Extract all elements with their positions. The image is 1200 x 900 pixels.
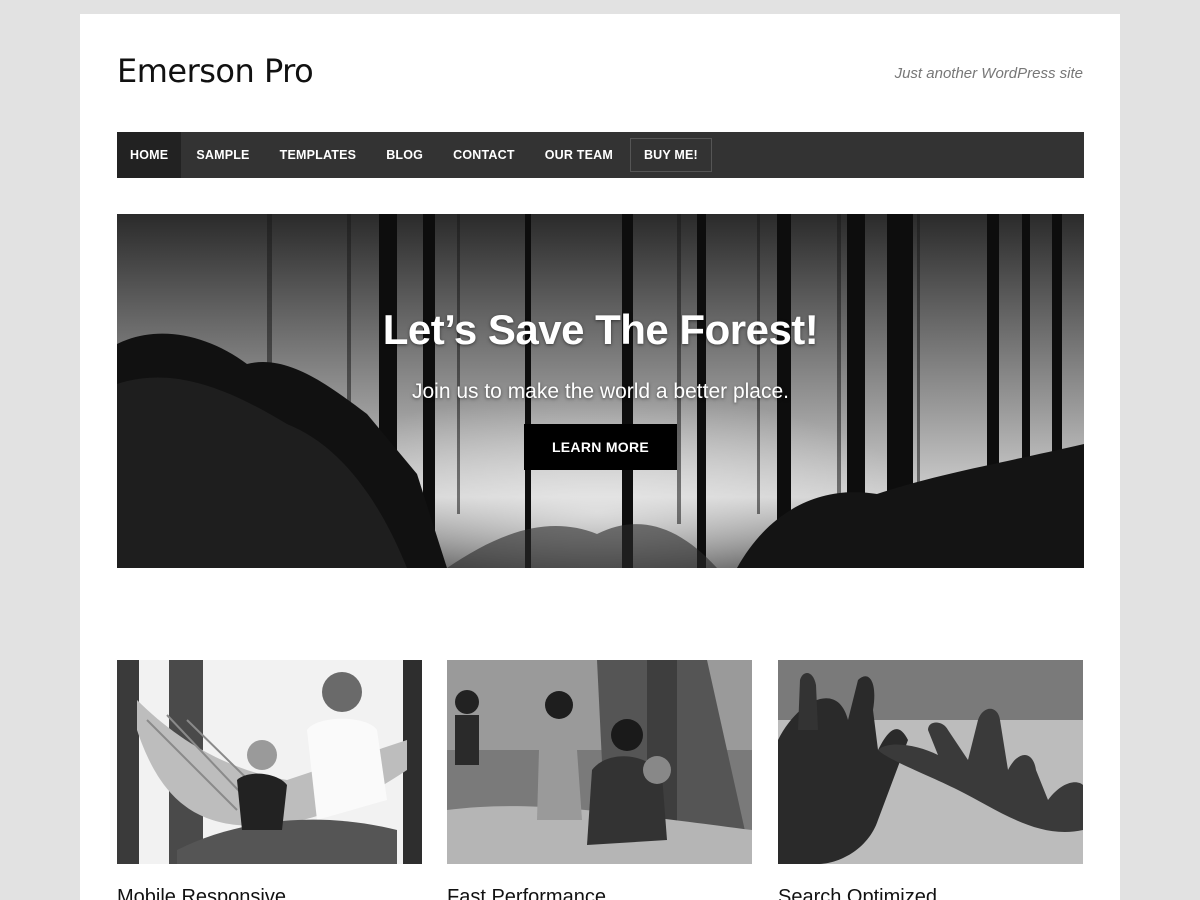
father-child-hammock-photo[interactable]	[117, 660, 422, 864]
hero-banner: Let’s Save The Forest! Join us to make t…	[117, 214, 1084, 568]
feature-card-fast-performance: Fast Performance	[447, 660, 752, 900]
site-title[interactable]: Emerson Pro	[117, 52, 314, 90]
children-village-photo[interactable]	[447, 660, 752, 864]
site-header: Emerson Pro Just another WordPress site	[117, 52, 1083, 96]
hero-title: Let’s Save The Forest!	[382, 306, 819, 353]
hero-subtitle: Join us to make the world a better place…	[411, 380, 790, 403]
learn-more-button[interactable]: LEARN MORE	[523, 424, 678, 470]
nav-item-our-team[interactable]: OUR TEAM	[530, 132, 628, 178]
feature-title[interactable]: Fast Performance	[447, 886, 752, 900]
main-navigation: HOME SAMPLE TEMPLATES BLOG CONTACT OUR T…	[117, 132, 1084, 178]
nav-item-home[interactable]: HOME	[117, 132, 182, 178]
nav-item-blog[interactable]: BLOG	[371, 132, 438, 178]
hero-content: Let’s Save The Forest! Join us to make t…	[117, 306, 1084, 470]
site-tagline: Just another WordPress site	[894, 65, 1083, 82]
page: Emerson Pro Just another WordPress site …	[80, 14, 1120, 900]
nav-item-buy-me[interactable]: BUY ME!	[629, 138, 712, 172]
feature-card-search-optimized: Search Optimized	[778, 660, 1083, 900]
nav-item-contact[interactable]: CONTACT	[438, 132, 530, 178]
feature-card-mobile-responsive: Mobile Responsive	[117, 660, 422, 900]
hands-reaching-photo[interactable]	[778, 660, 1083, 864]
feature-title[interactable]: Mobile Responsive	[117, 886, 422, 900]
nav-item-sample[interactable]: SAMPLE	[181, 132, 264, 178]
feature-title[interactable]: Search Optimized	[778, 886, 1083, 900]
nav-item-templates[interactable]: TEMPLATES	[265, 132, 372, 178]
